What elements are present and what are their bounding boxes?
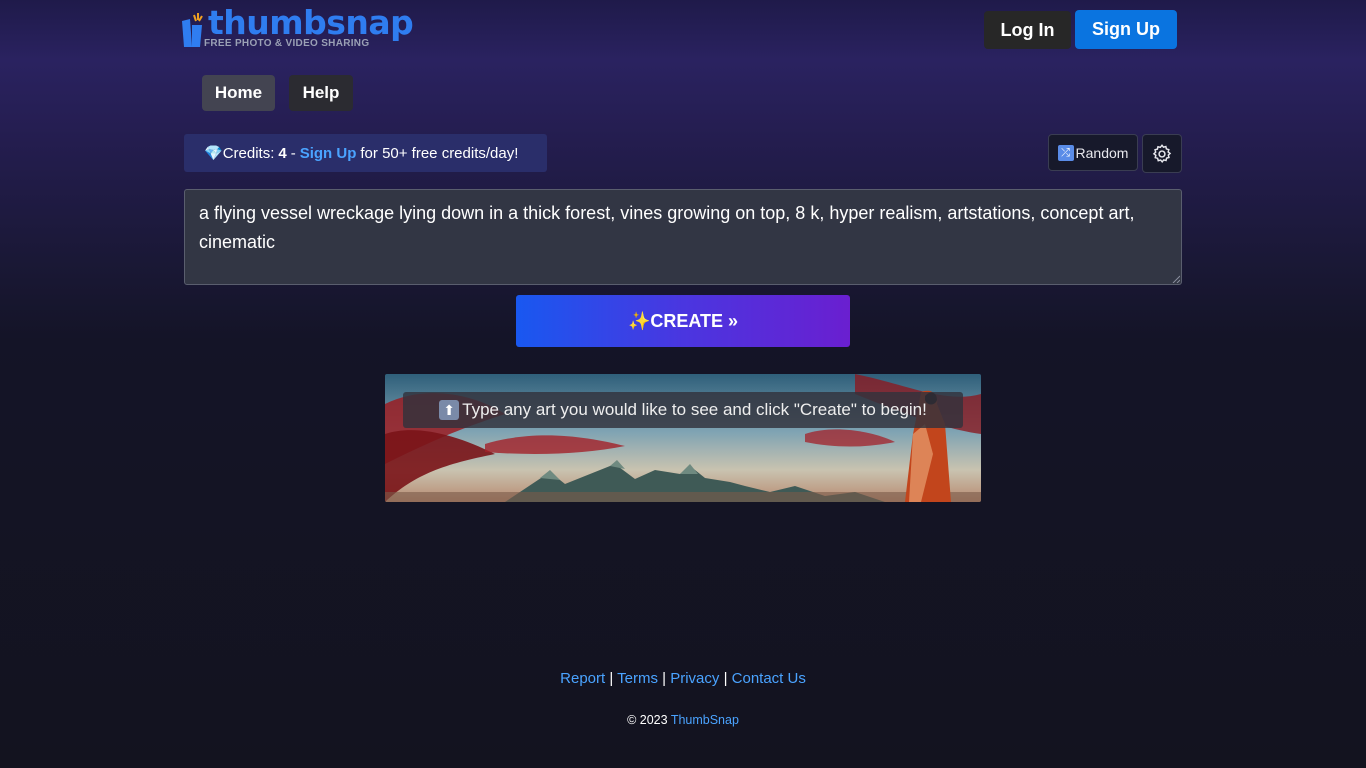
footer-link-terms[interactable]: Terms [617, 670, 658, 687]
banner-hint-text: Type any art you would like to see and c… [462, 400, 927, 419]
up-arrow-icon: ⬆ [439, 400, 460, 420]
banner-hint: ⬆ Type any art you would like to see and… [403, 392, 963, 428]
footer-links: Report | Terms | Privacy | Contact Us [560, 670, 806, 687]
copyright-prefix: © 2023 [627, 713, 668, 727]
prompt-input[interactable]: a flying vessel wreckage lying down in a… [184, 189, 1182, 285]
footer-link-contact[interactable]: Contact Us [732, 670, 806, 687]
signup-button[interactable]: Sign Up [1075, 10, 1177, 49]
random-label: Random [1075, 144, 1129, 161]
login-button[interactable]: Log In [984, 11, 1071, 49]
footer-link-report[interactable]: Report [560, 670, 605, 687]
credits-suffix: for 50+ free credits/day! [360, 144, 519, 162]
credits-signup-link[interactable]: Sign Up [300, 145, 357, 162]
footer-link-privacy[interactable]: Privacy [670, 670, 719, 687]
thumbsnap-logo[interactable]: thumbsnap FREE PHOTO & VIDEO SHARING [180, 3, 414, 51]
copyright: © 2023 ThumbSnap [0, 713, 1366, 727]
shuffle-icon: ⤮ [1057, 144, 1074, 161]
nav-help[interactable]: Help [289, 75, 353, 111]
logo-tagline: FREE PHOTO & VIDEO SHARING [204, 38, 370, 49]
credits-banner: 💎 Credits: 4 - Sign Up for 50+ free cred… [184, 134, 547, 172]
diamond-icon: 💎 [204, 145, 223, 162]
random-button[interactable]: ⤮ Random [1048, 134, 1138, 171]
logo-wordmark: thumbsnap [208, 3, 414, 42]
credits-separator: - [290, 144, 296, 162]
credits-label: Credits: [222, 144, 275, 162]
nav-home[interactable]: Home [202, 75, 275, 111]
resize-grip-icon[interactable] [1172, 275, 1180, 283]
create-button[interactable]: ✨CREATE » [516, 295, 850, 347]
copyright-link[interactable]: ThumbSnap [671, 713, 739, 727]
settings-button[interactable] [1142, 134, 1182, 173]
credits-count: 4 [278, 144, 287, 162]
gear-icon [1152, 143, 1172, 163]
